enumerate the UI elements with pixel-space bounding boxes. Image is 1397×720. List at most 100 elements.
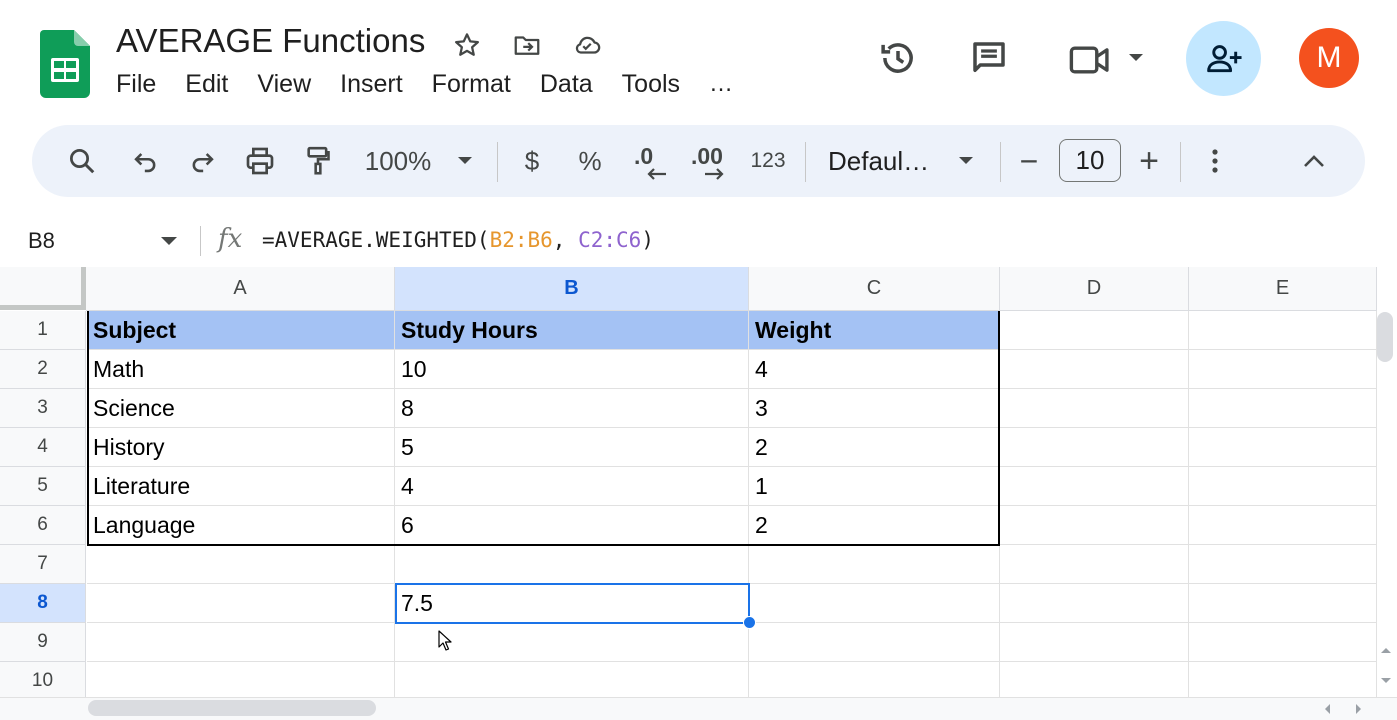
row-header-1[interactable]: 1 — [0, 311, 86, 350]
star-icon[interactable] — [450, 28, 484, 62]
menu-tools[interactable]: Tools — [622, 70, 695, 99]
row-header-7[interactable]: 7 — [0, 545, 86, 584]
cell-d10[interactable] — [1000, 662, 1189, 701]
cell-a10[interactable] — [87, 662, 395, 701]
row-header-8[interactable]: 8 — [0, 584, 86, 623]
row-header-6[interactable]: 6 — [0, 506, 86, 545]
cell-c6[interactable]: 2 — [749, 506, 1000, 545]
share-button[interactable] — [1186, 21, 1261, 96]
cell-b10[interactable] — [395, 662, 749, 701]
paint-format-icon[interactable] — [300, 125, 336, 197]
cell-e10[interactable] — [1189, 662, 1377, 701]
document-title[interactable]: AVERAGE Functions — [116, 22, 425, 60]
cell-a5[interactable]: Literature — [87, 467, 395, 506]
cell-b3[interactable]: 8 — [395, 389, 749, 428]
cell-e4[interactable] — [1189, 428, 1377, 467]
increase-decimal-button[interactable]: .00 — [688, 125, 732, 197]
cell-c5[interactable]: 1 — [749, 467, 1000, 506]
cell-c7[interactable] — [749, 545, 1000, 584]
cell-e6[interactable] — [1189, 506, 1377, 545]
zoom-dropdown-icon[interactable] — [452, 125, 478, 197]
cell-e1[interactable] — [1189, 311, 1377, 350]
cell-c2[interactable]: 4 — [749, 350, 1000, 389]
cell-d5[interactable] — [1000, 467, 1189, 506]
cell-c9[interactable] — [749, 623, 1000, 662]
column-header-b[interactable]: B — [395, 267, 749, 311]
formula-input[interactable]: =AVERAGE.WEIGHTED(B2:B6, C2:C6) — [262, 228, 654, 252]
collapse-toolbar-icon[interactable] — [1296, 125, 1332, 197]
cell-a3[interactable]: Science — [87, 389, 395, 428]
row-header-3[interactable]: 3 — [0, 389, 86, 428]
percent-format-button[interactable]: % — [572, 125, 608, 197]
cell-c1[interactable]: Weight — [749, 311, 1000, 350]
cell-b1[interactable]: Study Hours — [395, 311, 749, 350]
print-icon[interactable] — [240, 125, 280, 197]
cell-a1[interactable]: Subject — [87, 311, 395, 350]
row-header-2[interactable]: 2 — [0, 350, 86, 389]
row-header-4[interactable]: 4 — [0, 428, 86, 467]
select-all-corner[interactable] — [0, 267, 86, 310]
column-header-d[interactable]: D — [1000, 267, 1189, 311]
cell-a7[interactable] — [87, 545, 395, 584]
vertical-scrollbar-thumb[interactable] — [1377, 312, 1393, 362]
cell-a9[interactable] — [87, 623, 395, 662]
cell-d3[interactable] — [1000, 389, 1189, 428]
cell-c10[interactable] — [749, 662, 1000, 701]
cell-a8[interactable] — [87, 584, 395, 623]
row-header-9[interactable]: 9 — [0, 623, 86, 662]
decrease-decimal-button[interactable]: .0 — [628, 125, 672, 197]
cell-b6[interactable]: 6 — [395, 506, 749, 545]
zoom-select[interactable]: 100% — [358, 125, 438, 197]
menu-insert[interactable]: Insert — [340, 70, 418, 99]
cell-c3[interactable]: 3 — [749, 389, 1000, 428]
name-box[interactable]: B8 — [28, 228, 55, 254]
sheets-logo-icon[interactable] — [40, 30, 90, 98]
cell-e7[interactable] — [1189, 545, 1377, 584]
menu-view[interactable]: View — [257, 70, 326, 99]
cell-b5[interactable]: 4 — [395, 467, 749, 506]
font-family-select[interactable]: Defaul… — [828, 125, 938, 197]
cell-d7[interactable] — [1000, 545, 1189, 584]
more-options-icon[interactable] — [1200, 125, 1230, 197]
cell-a2[interactable]: Math — [87, 350, 395, 389]
cell-d9[interactable] — [1000, 623, 1189, 662]
cell-e9[interactable] — [1189, 623, 1377, 662]
menu-format[interactable]: Format — [432, 70, 526, 99]
cloud-saved-icon[interactable] — [570, 28, 604, 62]
fill-handle[interactable] — [743, 616, 756, 629]
column-header-e[interactable]: E — [1189, 267, 1377, 311]
cell-a4[interactable]: History — [87, 428, 395, 467]
menu-edit[interactable]: Edit — [185, 70, 243, 99]
font-size-input[interactable]: 10 — [1059, 139, 1121, 182]
search-icon[interactable] — [62, 125, 102, 197]
cell-b4[interactable]: 5 — [395, 428, 749, 467]
cell-e5[interactable] — [1189, 467, 1377, 506]
scroll-left-arrow-icon[interactable] — [1322, 702, 1332, 716]
row-header-10[interactable]: 10 — [0, 662, 86, 701]
increase-font-size-button[interactable]: + — [1132, 125, 1166, 197]
cell-e8[interactable] — [1189, 584, 1377, 623]
scroll-up-arrow-icon[interactable] — [1379, 645, 1393, 655]
menu-more[interactable]: … — [709, 70, 749, 99]
scroll-down-arrow-icon[interactable] — [1379, 676, 1393, 686]
cell-d1[interactable] — [1000, 311, 1189, 350]
cell-c8[interactable] — [749, 584, 1000, 623]
comments-icon[interactable] — [965, 36, 1013, 80]
number-format-button[interactable]: 123 — [745, 125, 791, 197]
cell-d2[interactable] — [1000, 350, 1189, 389]
currency-format-button[interactable]: $ — [514, 125, 550, 197]
cell-a6[interactable]: Language — [87, 506, 395, 545]
cell-e2[interactable] — [1189, 350, 1377, 389]
cell-e3[interactable] — [1189, 389, 1377, 428]
cell-b2[interactable]: 10 — [395, 350, 749, 389]
cell-b8[interactable]: 7.5 — [395, 584, 749, 623]
cell-c4[interactable]: 2 — [749, 428, 1000, 467]
cell-d6[interactable] — [1000, 506, 1189, 545]
row-header-5[interactable]: 5 — [0, 467, 86, 506]
move-folder-icon[interactable] — [510, 28, 544, 62]
cell-b7[interactable] — [395, 545, 749, 584]
horizontal-scrollbar-thumb[interactable] — [88, 700, 376, 716]
menu-data[interactable]: Data — [540, 70, 608, 99]
decrease-font-size-button[interactable]: − — [1012, 125, 1046, 197]
column-header-c[interactable]: C — [749, 267, 1000, 311]
